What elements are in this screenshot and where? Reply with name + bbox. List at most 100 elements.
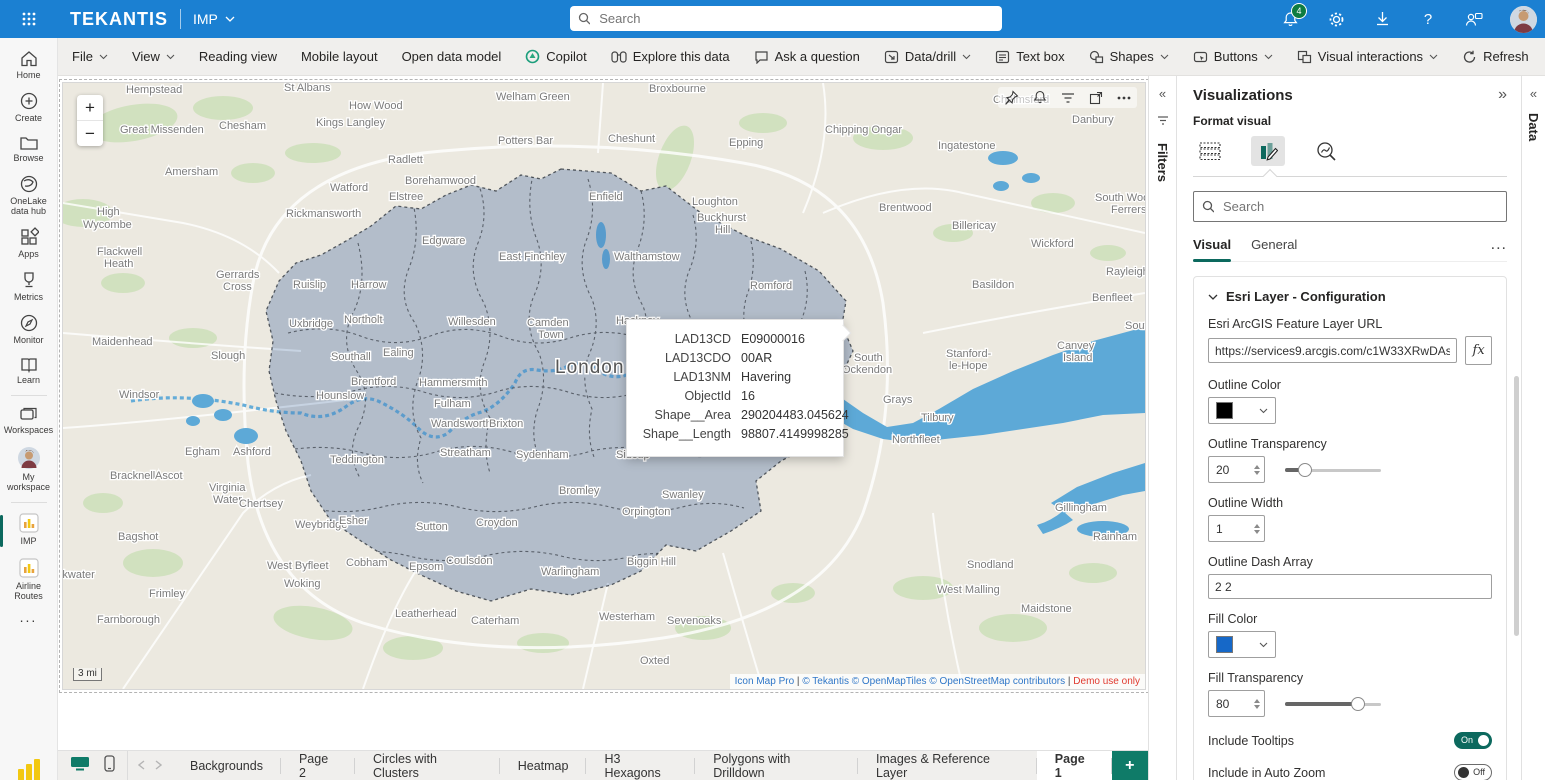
notifications-icon[interactable]: 4 [1280,9,1300,29]
tooltip-row: LAD13CDE09000016 [639,330,831,349]
view-menu[interactable]: View [132,49,175,64]
tab-visual[interactable]: Visual [1193,237,1231,254]
workspace-name: IMP [193,11,218,27]
fill-color-dropdown[interactable] [1208,631,1276,658]
buttons-menu[interactable]: Buttons [1193,49,1273,64]
nav-onelake-data-hub[interactable]: OneLake data hub [0,169,58,222]
map-label: Ruislip [293,279,326,291]
zoom-out-button[interactable]: − [77,121,103,146]
data-pane-title[interactable]: Data [1526,113,1541,141]
page-tab-h3-hexagons[interactable]: H3 Hexagons [586,751,695,780]
mobile-layout-button[interactable]: Mobile layout [301,49,378,64]
outline-transparency-slider[interactable] [1285,463,1381,477]
refresh-button[interactable]: Refresh [1462,49,1529,64]
data-drill-menu[interactable]: Data/drill [884,49,971,64]
map-label: Ingatestone [938,140,996,152]
format-search[interactable] [1193,191,1507,222]
ask-question-button[interactable]: Ask a question [754,49,860,64]
stepper-icons[interactable] [1254,524,1260,534]
page-tab-polygons-with-drilldown[interactable]: Polygons with Drilldown [695,751,858,780]
settings-gear-icon[interactable] [1326,9,1346,29]
desktop-view-icon[interactable] [70,755,90,777]
outline-width-input[interactable]: 1 [1208,515,1265,542]
visual-interactions-menu[interactable]: Visual interactions [1297,49,1438,64]
expand-data-icon[interactable]: « [1530,86,1537,101]
map-label: Town [538,329,564,341]
app-launcher-icon[interactable] [10,0,48,38]
map-visual[interactable]: HempsteadSt AlbansWelham GreenBroxbourne… [62,82,1146,690]
next-page-icon[interactable] [155,757,162,775]
open-data-model-button[interactable]: Open data model [402,49,502,64]
nav-browse[interactable]: Browse [0,129,58,169]
map-label: Grays [883,394,913,406]
include-auto-zoom-toggle[interactable]: Off [1454,764,1492,780]
nav-report-imp[interactable]: IMP [0,507,58,552]
more-options-icon[interactable]: ... [1491,236,1507,254]
attribution-link[interactable]: Icon Map Pro [735,676,794,687]
outline-color-dropdown[interactable] [1208,397,1276,424]
nav-report-airline-routes[interactable]: Airline Routes [0,552,58,607]
stepper-icons[interactable] [1254,465,1260,475]
zoom-in-button[interactable]: + [77,95,103,121]
help-icon[interactable]: ? [1418,9,1438,29]
nav-metrics[interactable]: Metrics [0,265,58,308]
global-search[interactable] [570,6,1002,31]
esri-url-input[interactable] [1208,338,1457,363]
format-search-input[interactable] [1221,198,1498,215]
nav-more[interactable]: ... [0,607,58,628]
attribution-link[interactable]: © OpenStreetMap contributors [929,676,1065,687]
text-box-button[interactable]: Text box [995,49,1064,64]
page-tab-backgrounds[interactable]: Backgrounds [172,751,281,780]
attribution-link[interactable]: © OpenMapTiles [852,676,927,687]
page-tab-heatmap[interactable]: Heatmap [500,751,587,780]
nav-workspaces[interactable]: Workspaces [0,400,58,441]
dash-array-input[interactable] [1208,574,1492,599]
fx-conditional-format-button[interactable]: fx [1465,336,1492,365]
explore-data-button[interactable]: Explore this data [611,49,730,64]
nav-create[interactable]: Create [0,86,58,129]
expand-filters-icon[interactable]: « [1159,86,1166,101]
include-tooltips-toggle[interactable]: On [1454,732,1492,749]
reading-view-button[interactable]: Reading view [199,49,277,64]
nav-my-workspace[interactable]: My workspace [0,441,58,498]
analytics-tab-icon[interactable] [1309,136,1343,166]
stepper-icons[interactable] [1254,699,1260,709]
more-options-icon[interactable] [1117,96,1131,100]
mobile-view-icon[interactable] [104,755,115,777]
focus-mode-icon[interactable] [1089,91,1103,105]
nav-apps[interactable]: Apps [0,222,58,265]
page-tab-images-reference-layer[interactable]: Images & Reference Layer [858,751,1037,780]
outline-transparency-input[interactable]: 20 [1208,456,1265,483]
fill-transpar ency-input[interactable]: 80 [1208,690,1265,717]
workspace-switcher[interactable]: IMP [193,11,235,27]
tab-general[interactable]: General [1251,237,1297,254]
nav-learn[interactable]: Learn [0,351,58,391]
esri-section-header[interactable]: Esri Layer - Configuration [1208,289,1492,304]
fill-transparency-slider[interactable] [1285,697,1381,711]
filter-icon[interactable] [1061,92,1075,104]
format-tab-icon[interactable] [1251,136,1285,166]
alerts-icon[interactable] [1033,90,1047,105]
nav-monitor[interactable]: Monitor [0,308,58,351]
attribution-link[interactable]: © Tekantis [802,676,849,687]
filters-pane-title[interactable]: Filters [1155,143,1170,182]
feedback-icon[interactable] [1464,9,1484,29]
page-tab-circles-with-clusters[interactable]: Circles with Clusters [355,751,500,780]
file-menu[interactable]: File [72,49,108,64]
pane-scrollbar[interactable] [1514,376,1519,636]
pin-visual-icon[interactable] [1004,90,1019,105]
copilot-button[interactable]: Copilot [525,49,586,64]
user-avatar[interactable] [1510,6,1537,33]
prev-page-icon[interactable] [138,757,145,775]
page-tab-page2[interactable]: Page 2 [281,751,355,780]
page-tab-page1[interactable]: Page 1 [1037,751,1112,780]
fields-tab-icon[interactable] [1193,136,1227,166]
download-icon[interactable] [1372,9,1392,29]
nav-home[interactable]: Home [0,44,58,86]
map-label: Willesden [448,316,496,328]
add-page-button[interactable]: + [1112,751,1148,780]
shapes-menu[interactable]: Shapes [1089,49,1169,64]
collapse-pane-icon[interactable]: » [1498,86,1507,104]
map-label: Epsom [409,561,443,573]
search-input[interactable] [597,10,994,27]
